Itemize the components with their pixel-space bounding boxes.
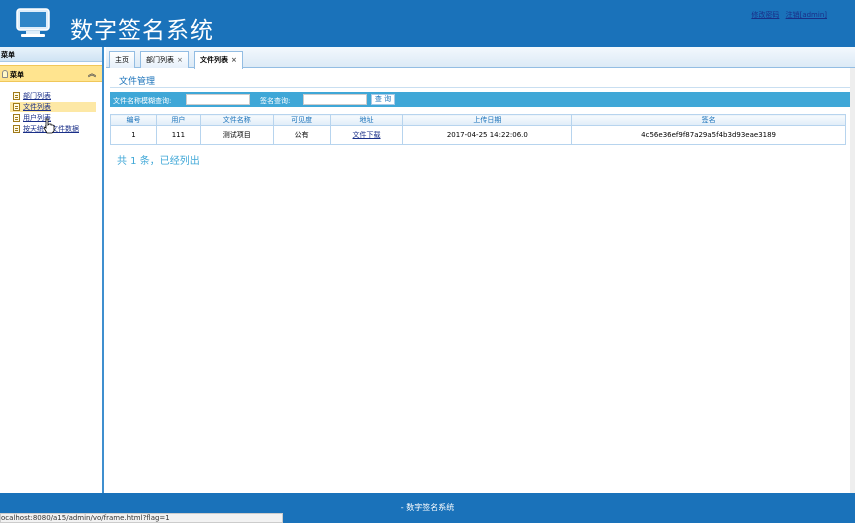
sidebar-item-label: 文件列表 [23,103,51,111]
search-bar: 文件名称模糊查询: 签名查询: 查 询 [110,92,850,107]
search-button[interactable]: 查 询 [371,94,395,105]
column-header-file-name: 文件名称 [199,114,274,126]
document-icon [13,92,20,100]
sidebar-item-files[interactable]: 文件列表 [10,102,96,112]
hand-cursor-icon [43,118,55,134]
file-table: 编号 用户 文件名称 可见度 地址 上传日期 签名 1 111 测试项目 公有 … [110,114,846,145]
tab-home[interactable]: 主页 [109,51,135,68]
tab-files[interactable]: 文件列表 × [194,51,243,69]
header-links: 修改密码 注销[admin] [751,10,827,20]
column-header-address: 地址 [329,114,404,126]
main-content: 主页 部门列表 × 文件列表 × 文件管理 文件名称模糊查询: 签名查询: 查 询 … [106,47,855,493]
file-name-search-label: 文件名称模糊查询: [113,97,172,105]
cell-visibility: 公有 [272,125,331,145]
document-icon [13,114,20,122]
result-summary: 共 1 条，已经列出 [117,156,200,167]
browser-status-url: ocalhost:8080/a15/admin/vo/frame.html?fl… [0,513,283,523]
logout-link[interactable]: 注销[admin] [786,11,827,19]
app-title: 数字签名系统 [70,18,214,44]
close-icon[interactable]: × [231,56,237,64]
divider [110,87,850,88]
file-name-search-input[interactable] [186,94,250,105]
column-header-upload-date: 上传日期 [402,114,573,126]
close-icon[interactable]: × [177,56,183,64]
column-header-signature: 签名 [571,114,846,126]
tab-bar: 主页 部门列表 × 文件列表 × [106,47,855,69]
lightbulb-icon [2,70,8,78]
tab-label: 部门列表 [146,56,174,64]
column-header-id: 编号 [110,114,157,126]
document-icon [13,103,20,111]
file-download-link[interactable]: 文件下载 [353,131,381,139]
monitor-logo-icon [16,8,50,37]
cell-id: 1 [110,125,157,145]
cell-signature: 4c56e36ef9f87a29a5f4b3d93eae3189 [571,125,846,145]
column-header-user: 用户 [155,114,201,126]
cell-user: 111 [155,125,201,145]
change-password-link[interactable]: 修改密码 [751,11,779,19]
signature-search-input[interactable] [303,94,367,105]
tab-departments[interactable]: 部门列表 × [140,51,189,68]
sidebar-title: 菜单 [0,47,102,62]
menu-group-header[interactable]: 菜单 ︽ [0,65,102,82]
signature-search-label: 签名查询: [260,97,291,105]
app-header: 数字签名系统 修改密码 注销[admin] [0,0,855,47]
section-title: 文件管理 [119,77,156,87]
vertical-scrollbar[interactable] [850,68,855,493]
table-row: 1 111 测试项目 公有 文件下载 2017-04-25 14:22:06.0… [110,125,846,145]
sidebar-item-label: 部门列表 [23,92,51,100]
sidebar: 菜单 菜单 ︽ 部门列表 文件列表 用户列表 按天统计文件数据 [0,47,104,493]
table-header-row: 编号 用户 文件名称 可见度 地址 上传日期 签名 [110,114,846,126]
chevron-up-icon[interactable]: ︽ [88,68,96,79]
tab-label: 文件列表 [200,56,228,64]
cell-address: 文件下载 [329,125,404,145]
tab-label: 主页 [115,56,129,64]
column-header-visibility: 可见度 [272,114,331,126]
menu-group-label: 菜单 [10,71,24,79]
cell-upload-date: 2017-04-25 14:22:06.0 [402,125,573,145]
cell-file-name: 测试项目 [199,125,274,145]
sidebar-item-departments[interactable]: 部门列表 [10,91,96,101]
document-icon [13,125,20,133]
